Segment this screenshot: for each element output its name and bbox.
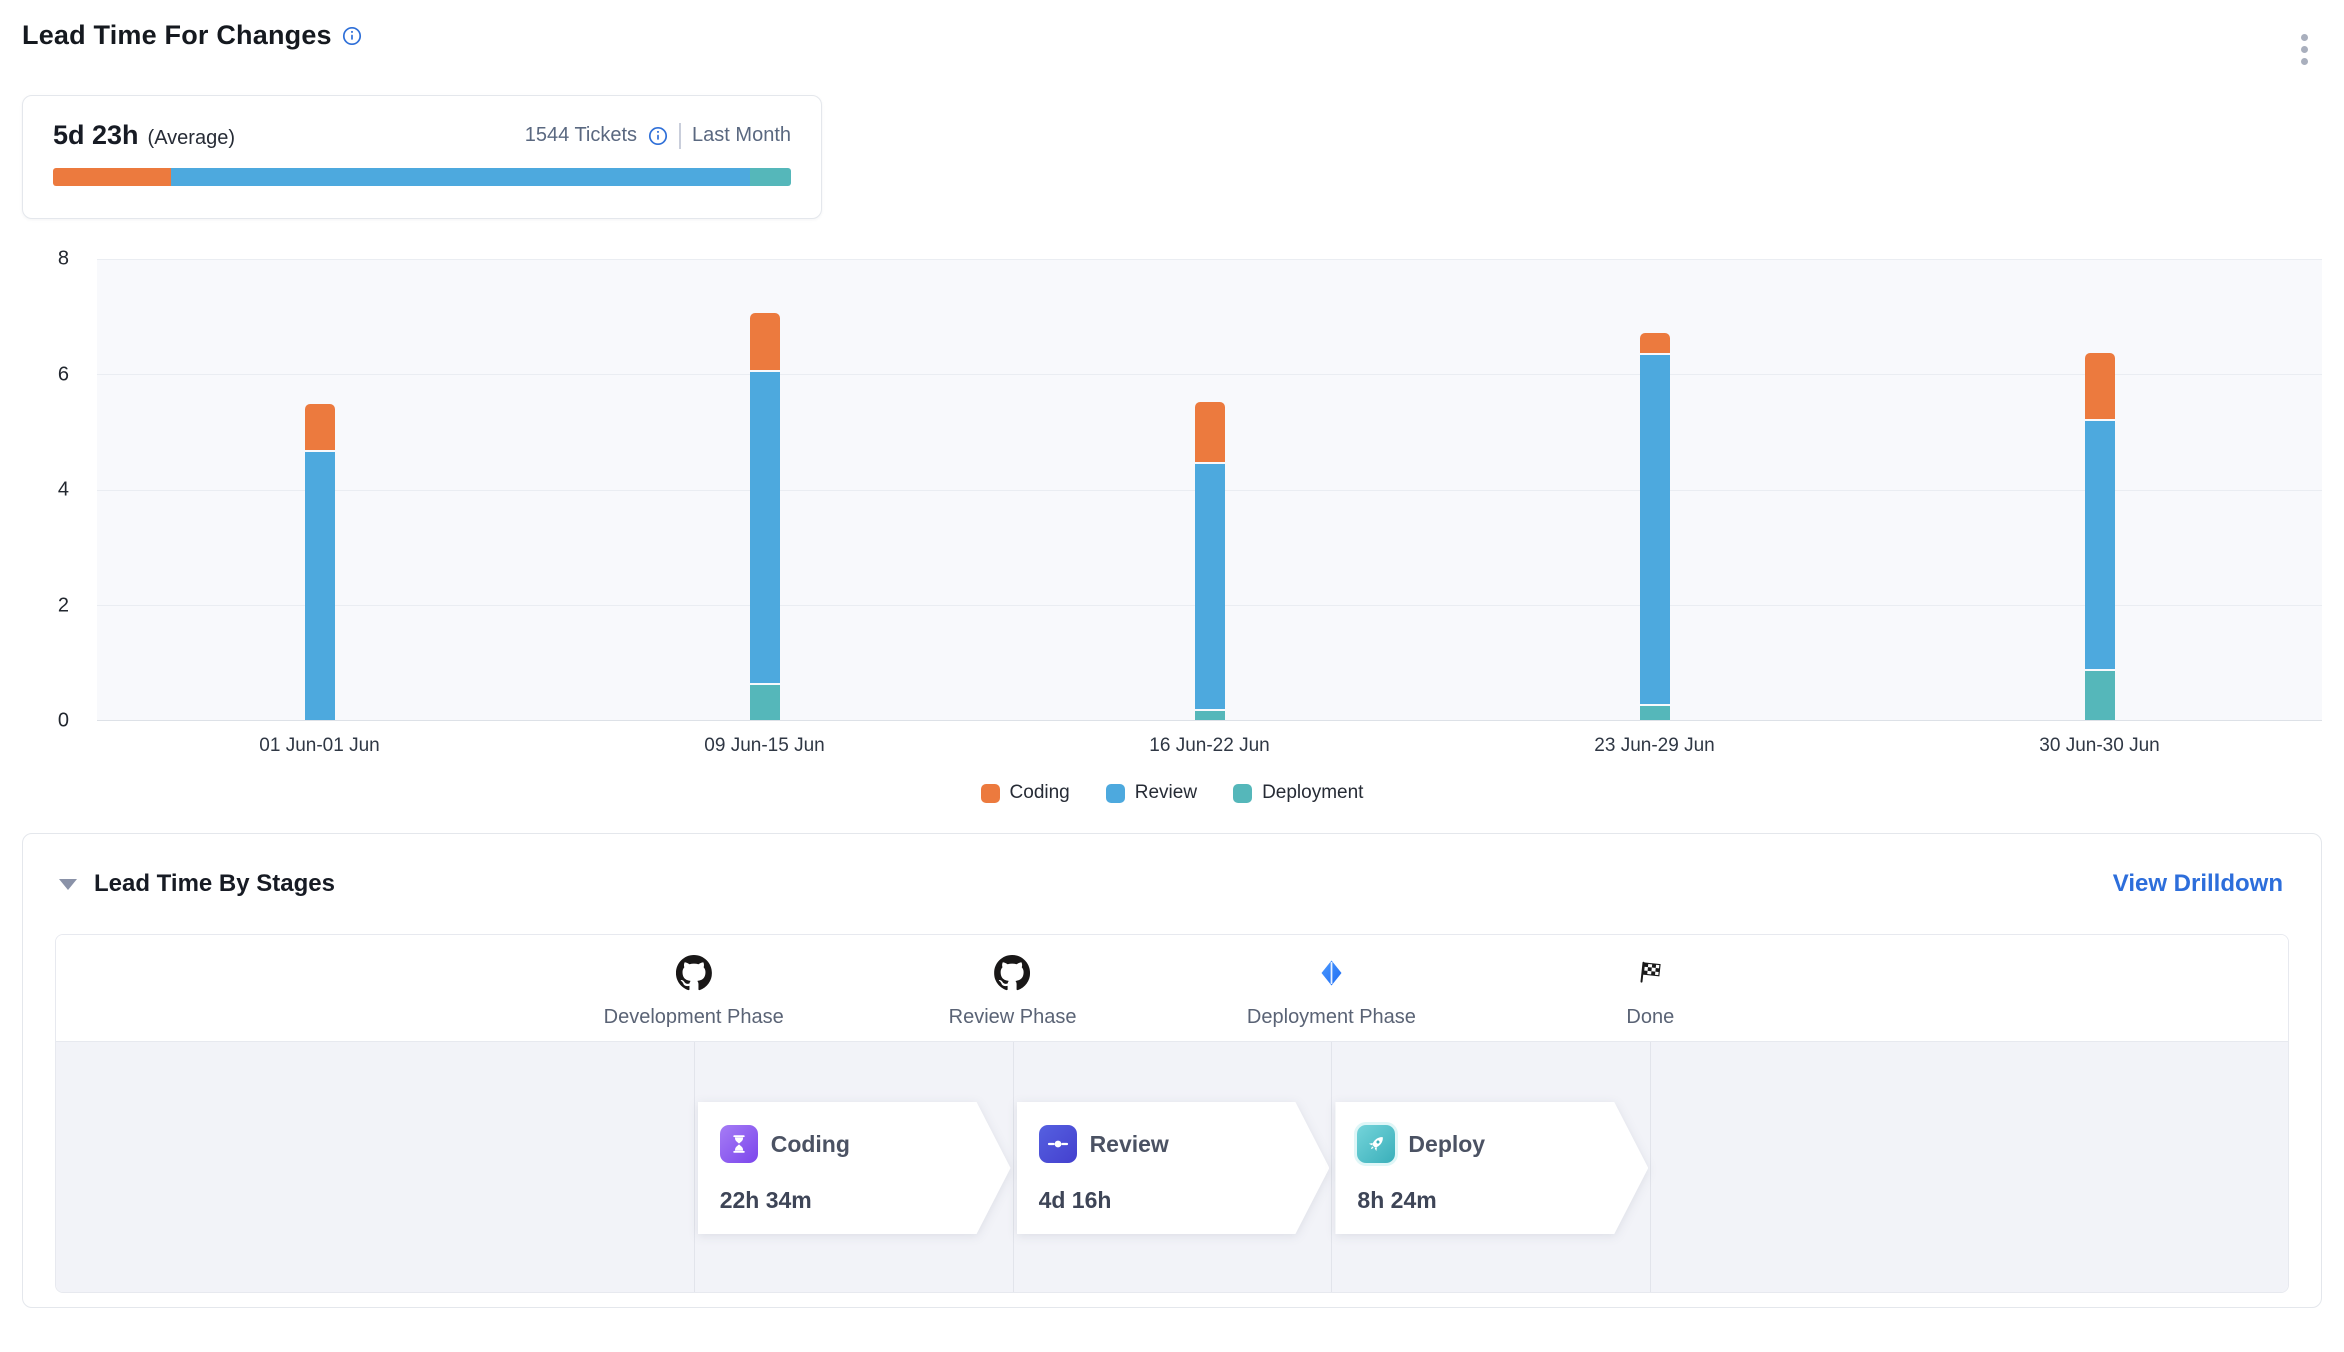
x-axis-tick-label: 01 Jun-01 Jun <box>259 735 379 757</box>
stages-section-title: Lead Time By Stages <box>94 870 335 898</box>
stage-card-title: Review <box>1090 1131 1169 1158</box>
info-icon[interactable] <box>342 26 362 46</box>
bar-segment-deployment <box>750 685 780 720</box>
x-axis-tick-label: 23 Jun-29 Jun <box>1594 735 1714 757</box>
bar-segment-coding <box>750 313 780 371</box>
average-lead-time-value: 5d 23h <box>53 120 139 151</box>
stages-table: Development Phase Review Phase <box>55 934 2289 1293</box>
legend-swatch <box>981 784 1000 803</box>
github-icon <box>676 955 712 991</box>
bar-segment-coding <box>1640 333 1670 353</box>
stage-card-coding: Coding 22h 34m <box>698 1102 1011 1234</box>
stage-card-deploy: Deploy 8h 24m <box>1335 1102 1648 1234</box>
stage-duration: 8h 24m <box>1357 1187 1648 1214</box>
commit-icon <box>1039 1125 1077 1163</box>
x-axis: 01 Jun-01 Jun 09 Jun-15 Jun 16 Jun-22 Jun 2… <box>97 721 2322 769</box>
x-axis-tick-label: 16 Jun-22 Jun <box>1149 735 1269 757</box>
column-divider <box>1331 1042 1332 1292</box>
legend-item-review[interactable]: Review <box>1106 782 1197 804</box>
phase-deployment: Deployment Phase <box>1247 955 1416 1029</box>
info-icon[interactable] <box>648 126 668 146</box>
deployment-diamond-icon <box>1316 955 1346 991</box>
phase-label: Done <box>1626 1006 1674 1029</box>
legend-swatch <box>1106 784 1125 803</box>
x-axis-tick-label: 30 Jun-30 Jun <box>2039 735 2159 757</box>
bar-group-2[interactable] <box>750 259 780 720</box>
stage-card-title: Deploy <box>1408 1131 1485 1158</box>
bar-group-5[interactable] <box>2085 259 2115 720</box>
legend-item-deployment[interactable]: Deployment <box>1233 782 1363 804</box>
summary-card: 5d 23h (Average) 1544 Tickets Last Month <box>22 95 822 219</box>
stages-table-header: Development Phase Review Phase <box>56 935 2288 1042</box>
bar-segment-review <box>2085 421 2115 669</box>
phase-label: Review Phase <box>949 1006 1077 1029</box>
stage-duration: 4d 16h <box>1039 1187 1330 1214</box>
y-axis-tick-label: 6 <box>58 363 69 386</box>
legend-item-coding[interactable]: Coding <box>981 782 1070 804</box>
stage-duration: 22h 34m <box>720 1187 1011 1214</box>
summary-distribution-bar <box>53 168 791 186</box>
y-axis-tick-label: 2 <box>58 594 69 617</box>
lead-time-widget: Lead Time For Changes 5d 23h (Average) 1… <box>0 0 2344 1352</box>
stage-card-review: Review 4d 16h <box>1017 1102 1330 1234</box>
view-drilldown-link[interactable]: View Drilldown <box>2113 870 2283 898</box>
y-axis-tick-label: 4 <box>58 479 69 502</box>
bar-segment-review <box>1195 464 1225 709</box>
rocket-icon <box>1357 1125 1395 1163</box>
legend-label: Coding <box>1010 782 1070 804</box>
phase-review: Review Phase <box>949 955 1077 1029</box>
distribution-segment-deployment <box>750 168 791 186</box>
widget-header: Lead Time For Changes <box>22 20 2322 75</box>
kebab-menu-button[interactable] <box>2287 24 2322 75</box>
bar-segment-review <box>750 372 780 683</box>
bar-segment-coding <box>305 404 335 450</box>
github-icon <box>995 955 1031 991</box>
bar-segment-deployment <box>1640 706 1670 720</box>
hourglass-icon <box>720 1125 758 1163</box>
column-divider <box>1650 1042 1651 1292</box>
collapse-caret-icon[interactable] <box>59 879 77 890</box>
plot-area <box>97 259 2322 721</box>
bar-segment-review <box>305 452 335 720</box>
stage-card-title: Coding <box>771 1131 850 1158</box>
distribution-segment-coding <box>53 168 171 186</box>
lead-time-by-stages-panel: Lead Time By Stages View Drilldown Devel… <box>22 833 2322 1308</box>
bar-segment-coding <box>1195 402 1225 463</box>
checkered-flag-icon <box>1636 955 1664 991</box>
stages-panel-header: Lead Time By Stages View Drilldown <box>23 834 2321 934</box>
stages-table-body: Coding 22h 34m <box>56 1042 2288 1292</box>
x-axis-tick-label: 09 Jun-15 Jun <box>704 735 824 757</box>
column-divider <box>694 1042 695 1292</box>
bar-group-1[interactable] <box>305 259 335 720</box>
bar-segment-review <box>1640 355 1670 704</box>
legend-swatch <box>1233 784 1252 803</box>
y-axis: 86420 <box>22 259 97 721</box>
period-label: Last Month <box>692 124 791 147</box>
column-divider <box>1013 1042 1014 1292</box>
average-label: (Average) <box>148 127 235 150</box>
tickets-count: 1544 Tickets <box>525 124 637 147</box>
legend-label: Deployment <box>1262 782 1363 804</box>
page-title: Lead Time For Changes <box>22 20 332 51</box>
bar-segment-coding <box>2085 353 2115 419</box>
distribution-segment-review <box>171 168 750 186</box>
phase-label: Deployment Phase <box>1247 1006 1416 1029</box>
bar-segment-deployment <box>1195 711 1225 720</box>
y-axis-tick-label: 0 <box>58 710 69 733</box>
bar-segment-deployment <box>2085 671 2115 720</box>
phase-label: Development Phase <box>604 1006 784 1029</box>
legend-label: Review <box>1135 782 1197 804</box>
bar-group-3[interactable] <box>1195 259 1225 720</box>
phase-done: Done <box>1626 955 1674 1029</box>
y-axis-tick-label: 8 <box>58 248 69 271</box>
phase-development: Development Phase <box>604 955 784 1029</box>
lead-time-chart: 86420 01 Jun-01 Jun09 Jun-15 Jun16 Jun-2… <box>22 259 2322 811</box>
vertical-divider <box>679 123 681 149</box>
bar-group-4[interactable] <box>1640 259 1670 720</box>
chart-legend: Coding Review Deployment <box>22 775 2322 811</box>
